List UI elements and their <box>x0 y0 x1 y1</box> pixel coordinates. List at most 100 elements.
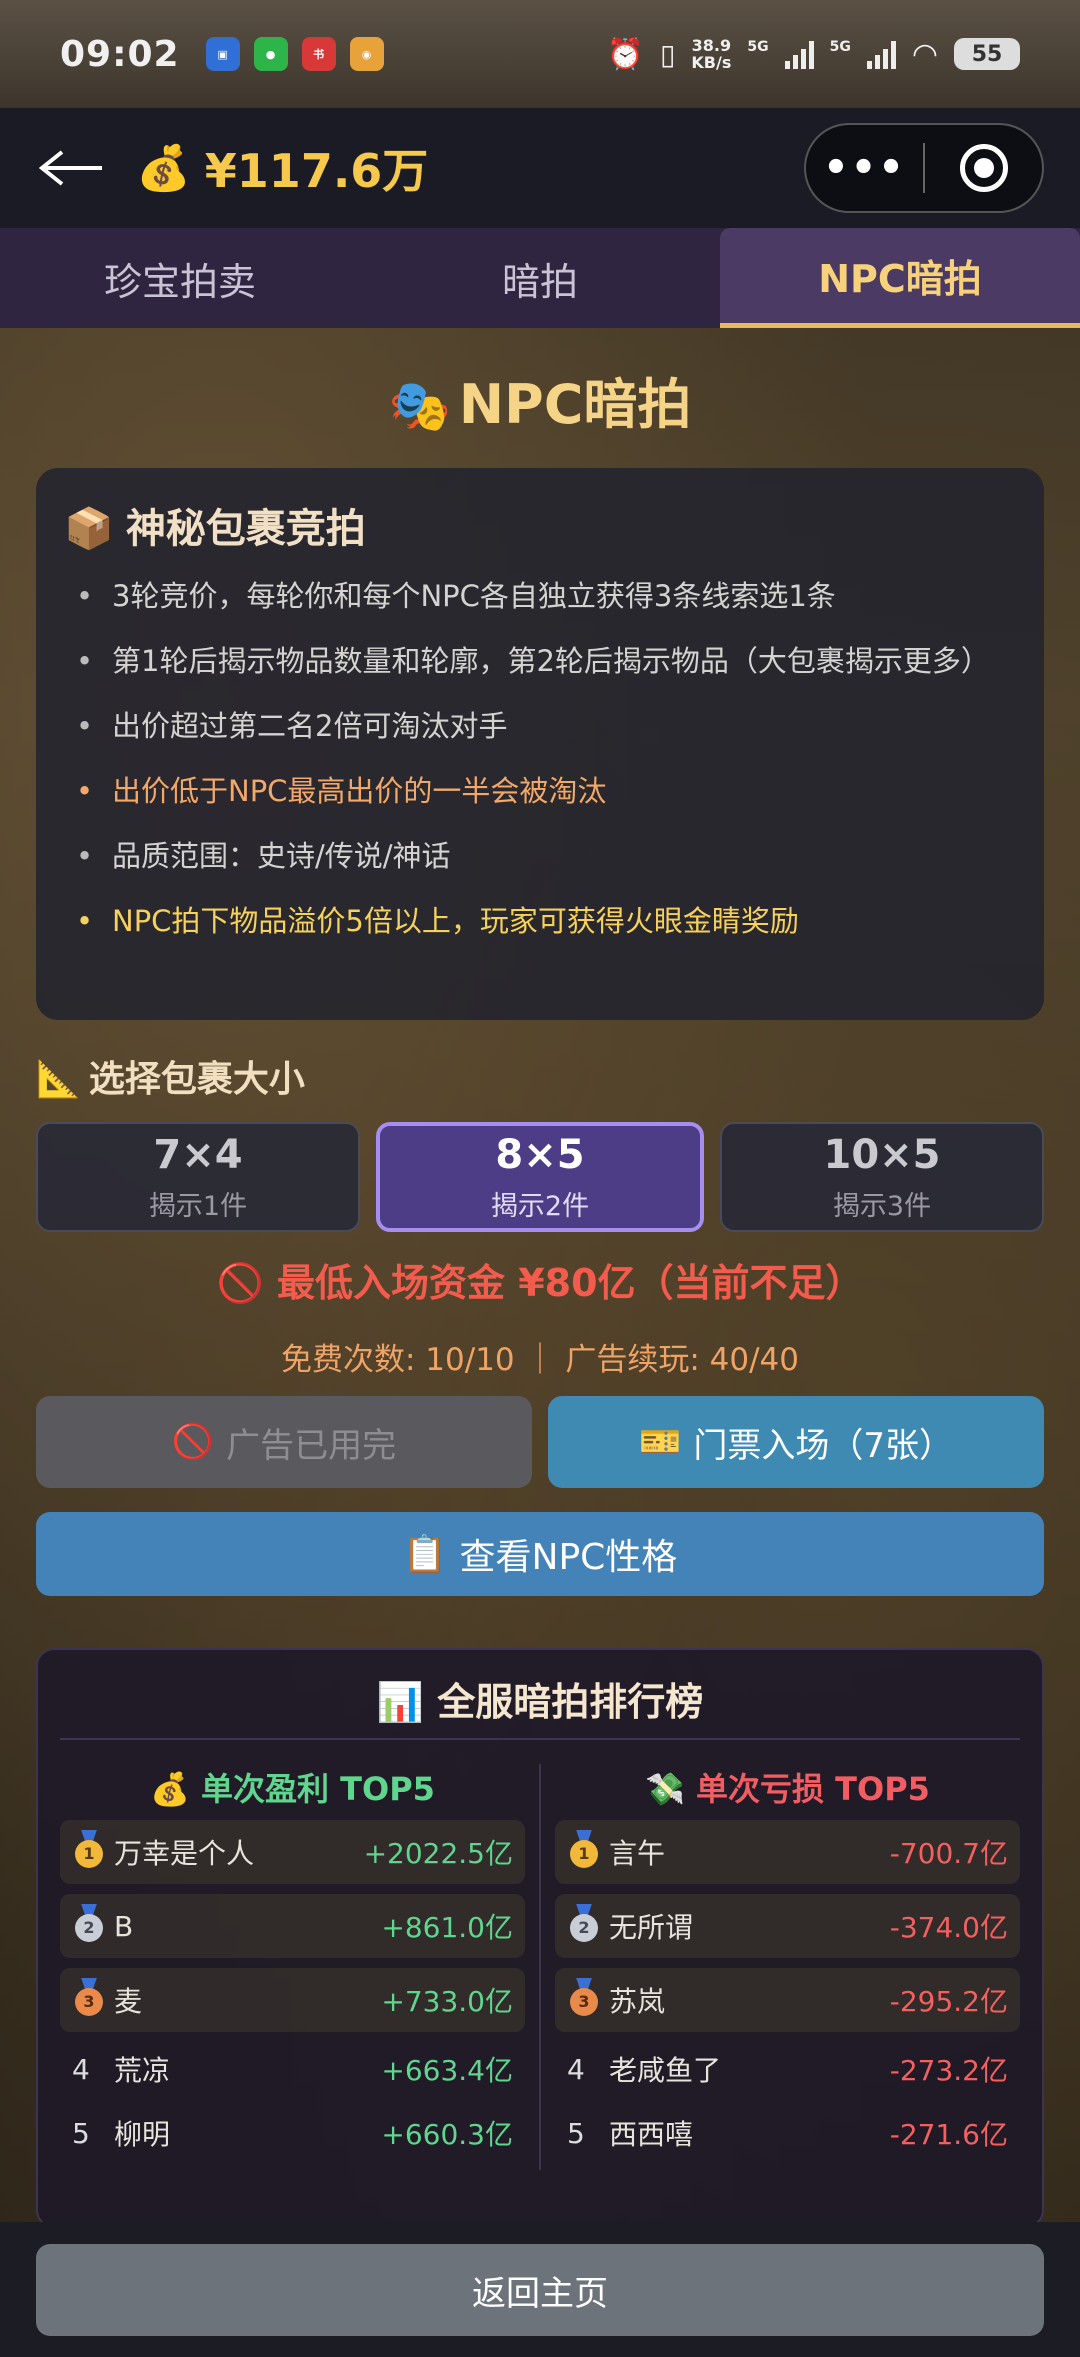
weibo-icon: ◉ <box>349 37 384 71</box>
player-name: 老咸鱼了 <box>609 2054 722 2087</box>
size-option-8x5[interactable]: 8×5 揭示2件 <box>376 1122 704 1232</box>
net-label-2: 5G <box>829 38 851 55</box>
entry-buttons: 🚫 广告已用完 🎫 门票入场（7张） <box>36 1396 1044 1488</box>
size-section-label: 📐 选择包裹大小 <box>36 1050 305 1102</box>
size-dim: 10×5 <box>823 1131 941 1178</box>
tab-npc-blind-auction[interactable]: NPC暗拍 <box>720 228 1080 328</box>
size-reveal: 揭示2件 <box>490 1190 590 1222</box>
money-display: 💰 ¥117.6万 <box>136 135 428 201</box>
play-quota: 免费次数: 10/10 ｜ 广告续玩: 40/40 <box>281 1342 799 1378</box>
view-npc-personality-button[interactable]: 📋 查看NPC性格 <box>36 1512 1044 1596</box>
player-name: 麦 <box>114 1985 143 2018</box>
table-row: 2 无所谓 -374.0亿 <box>555 1894 1020 1958</box>
profit-column-title: 💰 单次盈利 TOP5 <box>60 1764 525 1820</box>
size-reveal: 揭示1件 <box>148 1190 248 1222</box>
rules-title-text: 神秘包裹竞拍 <box>125 506 366 552</box>
target-icon <box>959 144 1008 192</box>
size-reveal: 揭示3件 <box>832 1190 932 1222</box>
size-option-7x4[interactable]: 7×4 揭示1件 <box>36 1122 360 1232</box>
status-time: 09:02 <box>60 33 180 75</box>
rank-number: 5 <box>567 2116 585 2150</box>
loss-column-title: 💸 单次亏损 TOP5 <box>555 1764 1020 1820</box>
npc-button-label: 查看NPC性格 <box>459 1537 678 1578</box>
back-arrow-svg <box>38 150 102 186</box>
bronze-medal-icon: 3 <box>567 1977 601 2016</box>
bronze-medal-icon: 3 <box>72 1977 106 2016</box>
rank-number: 4 <box>567 2052 585 2086</box>
vibrate-icon: ▯ <box>659 37 676 71</box>
alarm-icon: ⏰ <box>606 36 644 72</box>
profit-value: +660.3亿 <box>381 2118 513 2151</box>
size-option-10x5[interactable]: 10×5 揭示3件 <box>720 1122 1044 1232</box>
ad-exhausted-button[interactable]: 🚫 广告已用完 <box>36 1396 532 1488</box>
ticket-button-label: 门票入场（7张） <box>693 1425 953 1466</box>
notification-icons: ▣ ● 书 ◉ <box>205 37 384 71</box>
signal-icon-2 <box>866 39 896 69</box>
profit-value: +663.4亿 <box>381 2054 513 2087</box>
rules-card: 📦神秘包裹竞拍 3轮竞价，每轮你和每个NPC各自独立获得3条线索选1条 第1轮后… <box>36 468 1044 1020</box>
loss-value: -273.2亿 <box>889 2054 1008 2087</box>
size-options: 7×4 揭示1件 8×5 揭示2件 10×5 揭示3件 <box>36 1122 1044 1232</box>
no-entry-icon: 🚫 <box>171 1422 215 1462</box>
app-header: 💰 ¥117.6万 ••• <box>0 108 1080 228</box>
player-name: 言午 <box>609 1837 666 1870</box>
table-row: 5 柳明 +660.3亿 <box>60 2106 525 2160</box>
ticket-icon: 🎫 <box>639 1422 682 1462</box>
return-home-button[interactable]: 返回主页 <box>36 2244 1044 2336</box>
money-bag-icon: 💰 <box>150 1770 190 1808</box>
loss-value: -700.7亿 <box>889 1837 1008 1870</box>
signal-icon <box>784 39 814 69</box>
leaderboard-title: 📊 全服暗拍排行榜 <box>60 1672 1020 1740</box>
leaderboard-card: 📊 全服暗拍排行榜 💰 单次盈利 TOP5 1 万幸是个人 +2022.5亿 2… <box>36 1648 1044 2228</box>
ticket-entry-button[interactable]: 🎫 门票入场（7张） <box>548 1396 1044 1488</box>
page-title-text: NPC暗拍 <box>458 373 692 436</box>
close-miniprogram-button[interactable] <box>925 144 1042 192</box>
notify-app-icon: ▣ <box>205 37 240 71</box>
wechat-icon: ● <box>253 37 288 71</box>
profit-value: +733.0亿 <box>381 1985 513 2018</box>
rule-item: 出价超过第二名2倍可淘汰对手 <box>64 704 1016 749</box>
back-arrow-icon[interactable] <box>36 148 106 188</box>
player-name: 荒凉 <box>114 2054 171 2087</box>
rule-item-warning: 出价低于NPC最高出价的一半会被淘汰 <box>64 769 1016 814</box>
table-row: 4 老咸鱼了 -273.2亿 <box>555 2042 1020 2096</box>
table-row: 2 B +861.0亿 <box>60 1894 525 1958</box>
silver-medal-icon: 2 <box>567 1903 601 1942</box>
player-name: 西西嘻 <box>609 2118 694 2151</box>
table-row: 5 西西嘻 -271.6亿 <box>555 2106 1020 2160</box>
player-name: 苏岚 <box>609 1985 666 2018</box>
rule-item: 品质范围：史诗/传说/神话 <box>64 834 1016 879</box>
more-menu-button[interactable]: ••• <box>806 145 923 191</box>
profit-value: +2022.5亿 <box>363 1837 513 1870</box>
table-row: 1 万幸是个人 +2022.5亿 <box>60 1820 525 1884</box>
bar-chart-icon: 📊 <box>376 1680 425 1724</box>
entry-fund-warning: 🚫 最低入场资金 ¥80亿（当前不足） <box>216 1261 864 1305</box>
gold-medal-icon: 1 <box>72 1829 106 1868</box>
rule-item: 3轮竞价，每轮你和每个NPC各自独立获得3条线索选1条 <box>64 574 1016 619</box>
tab-treasure-auction[interactable]: 珍宝拍卖 <box>0 228 360 328</box>
size-dim: 8×5 <box>495 1131 585 1178</box>
profit-column: 💰 单次盈利 TOP5 1 万幸是个人 +2022.5亿 2 B +861.0亿… <box>60 1764 541 2170</box>
player-name: 柳明 <box>114 2118 171 2151</box>
rank-number: 4 <box>72 2052 90 2086</box>
tab-blind-auction[interactable]: 暗拍 <box>360 228 720 328</box>
loss-column: 💸 单次亏损 TOP5 1 言午 -700.7亿 2 无所谓 -374.0亿 3… <box>541 1764 1020 2170</box>
rule-item: 第1轮后揭示物品数量和轮廓，第2轮后揭示物品（大包裹揭示更多） <box>64 639 1016 684</box>
size-dim: 7×4 <box>153 1131 243 1178</box>
network-speed: 38.9 KB/s <box>691 37 731 71</box>
money-wings-icon: 💸 <box>645 1770 685 1808</box>
profit-title-text: 单次盈利 TOP5 <box>201 1770 435 1808</box>
table-row: 3 苏岚 -295.2亿 <box>555 1968 1020 2032</box>
package-icon: 📦 <box>64 506 114 552</box>
loss-value: -271.6亿 <box>889 2118 1008 2151</box>
table-row: 3 麦 +733.0亿 <box>60 1968 525 2032</box>
tab-bar: 珍宝拍卖 暗拍 NPC暗拍 <box>0 228 1080 328</box>
wifi-icon: ◠ <box>911 36 938 72</box>
loss-value: -374.0亿 <box>889 1911 1008 1944</box>
rules-title: 📦 神秘包裹竞拍 <box>64 496 1016 554</box>
net-label-1: 5G <box>747 38 769 55</box>
silver-medal-icon: 2 <box>72 1903 106 1942</box>
status-bar: 09:02 ▣ ● 书 ◉ ⏰ ▯ 38.9 KB/s 5G 5G ◠ 55 <box>0 0 1080 108</box>
gold-medal-icon: 1 <box>567 1829 601 1868</box>
triangle-ruler-icon: 📐 <box>36 1059 81 1100</box>
